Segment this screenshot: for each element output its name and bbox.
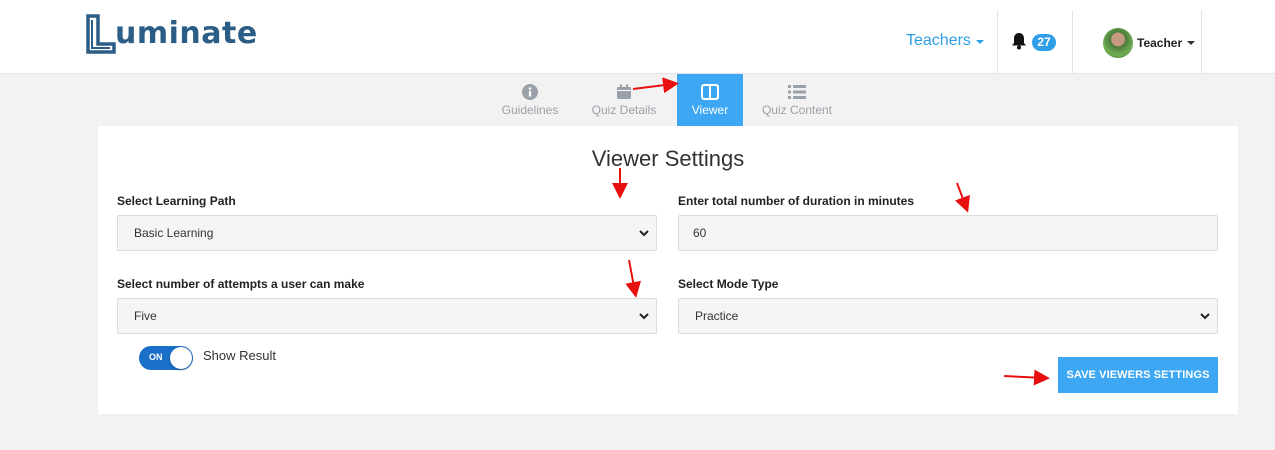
chevron-down-icon [1200, 313, 1210, 320]
tab-label: Guidelines [501, 103, 559, 117]
teachers-menu[interactable]: Teachers [906, 32, 984, 50]
caret-down-icon [1187, 41, 1196, 45]
caret-down-icon [975, 40, 984, 44]
header-divider [1072, 10, 1073, 74]
tab-label: Quiz Content [761, 103, 833, 117]
save-viewers-settings-button[interactable]: SAVE VIEWERS SETTINGS [1058, 357, 1218, 393]
page-title: Viewer Settings [591, 146, 745, 171]
learning-path-value: Basic Learning [134, 226, 214, 240]
chevron-down-icon [639, 230, 649, 237]
logo-mark-icon [86, 14, 116, 54]
avatar [1103, 28, 1133, 58]
user-name: Teacher [1137, 36, 1183, 50]
show-result-label: Show Result [203, 348, 276, 363]
list-icon [788, 83, 806, 101]
toggle-knob [170, 347, 192, 369]
mode-type-label: Select Mode Type [678, 277, 779, 291]
viewer-settings-card: Viewer Settings Select Learning Path Bas… [98, 126, 1238, 414]
calendar-icon [616, 83, 632, 101]
teachers-menu-label: Teachers [906, 32, 971, 49]
top-header: uminate Teachers 27 Teacher [0, 0, 1275, 74]
luminate-logo[interactable]: uminate [86, 12, 258, 56]
mode-type-value: Practice [695, 309, 739, 323]
tab-viewer[interactable]: Viewer [677, 74, 743, 126]
tab-guidelines[interactable]: Guidelines [490, 74, 570, 126]
tab-label: Viewer [691, 103, 729, 117]
notification-count-badge: 27 [1032, 34, 1056, 51]
attempts-label: Select number of attempts a user can mak… [117, 277, 365, 291]
attempts-value: Five [134, 309, 157, 323]
logo-text: uminate [115, 16, 258, 51]
user-menu[interactable]: Teacher [1103, 28, 1196, 58]
tab-label: Quiz Details [591, 103, 657, 117]
chevron-down-icon [639, 313, 649, 320]
show-result-toggle[interactable]: ON [139, 346, 193, 370]
learning-path-label: Select Learning Path [117, 194, 236, 208]
notifications-button[interactable] [1011, 32, 1027, 55]
mode-type-select[interactable]: Practice [678, 298, 1218, 334]
tab-quiz-details[interactable]: Quiz Details [584, 74, 664, 126]
duration-input[interactable]: 60 [678, 215, 1218, 251]
toggle-state-text: ON [149, 352, 163, 362]
duration-value: 60 [693, 226, 707, 240]
tab-quiz-content[interactable]: Quiz Content [757, 74, 837, 126]
duration-label: Enter total number of duration in minute… [678, 194, 915, 208]
attempts-select[interactable]: Five [117, 298, 657, 334]
info-icon [522, 83, 538, 101]
header-divider [1201, 10, 1202, 74]
learning-path-select[interactable]: Basic Learning [117, 215, 657, 251]
bell-icon [1012, 33, 1026, 50]
columns-icon [701, 83, 719, 101]
header-divider [997, 10, 998, 74]
